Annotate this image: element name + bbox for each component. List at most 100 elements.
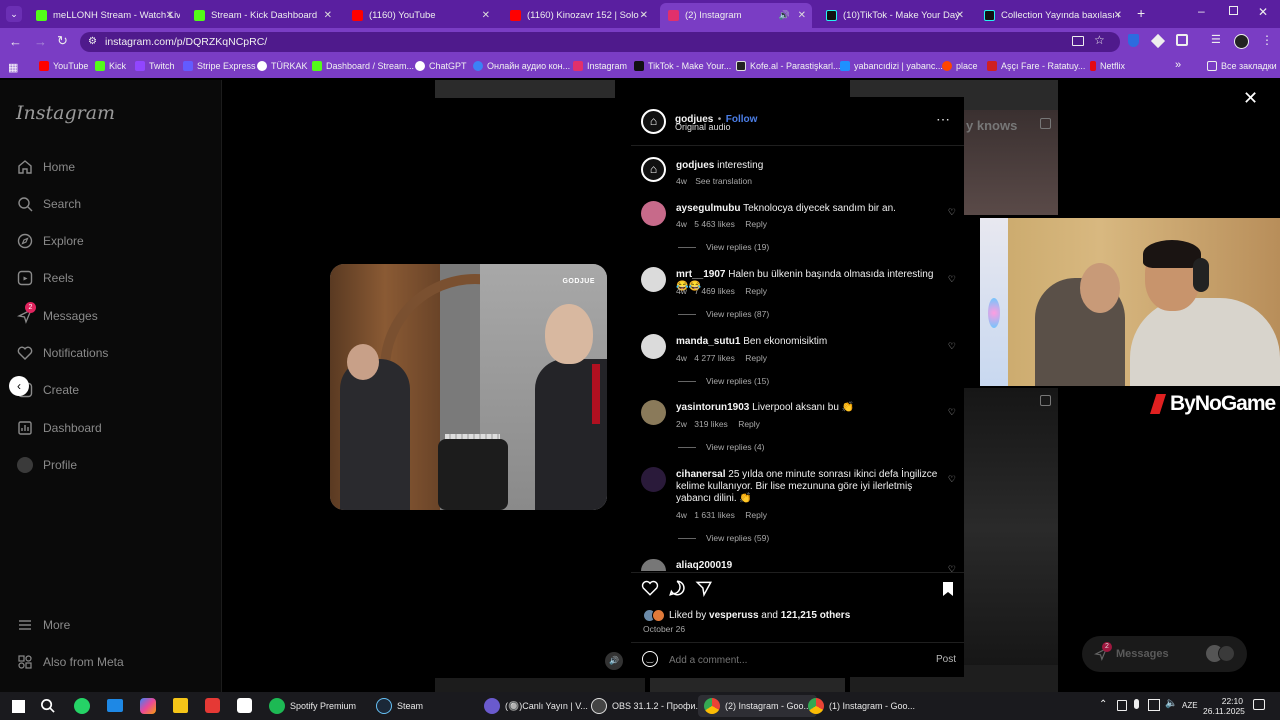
author-avatar[interactable]: ⌂ xyxy=(641,109,666,134)
close-icon[interactable]: ✕ xyxy=(324,10,332,21)
taskbar-live-stream[interactable]: (🔘)Canlı Yayın | V... xyxy=(484,697,588,715)
comment-avatar[interactable] xyxy=(641,559,666,571)
comment-username[interactable]: mrt__1907 xyxy=(676,269,725,280)
comment-username[interactable]: aysegulmubu xyxy=(676,203,740,214)
tray-overflow-icon[interactable]: ⌃ xyxy=(1099,699,1107,710)
maximize-icon[interactable] xyxy=(1229,6,1238,15)
bookmarks-overflow-button[interactable]: » xyxy=(1175,59,1181,71)
comment-like-icon[interactable]: ♡ xyxy=(948,341,956,352)
minimize-icon[interactable]: – xyxy=(1198,4,1205,18)
notifications-icon[interactable] xyxy=(1253,699,1265,710)
nav-notifications[interactable]: Notifications xyxy=(16,344,108,362)
comment-like-icon[interactable]: ♡ xyxy=(948,474,956,485)
tab-youtube-kinozavr[interactable]: (1160) Kinozavr 152 | Solo - Yo ✕ xyxy=(502,4,654,26)
view-replies-button[interactable]: View replies (19) xyxy=(678,242,769,252)
close-icon[interactable]: ✕ xyxy=(482,10,490,21)
bookmark-ratatouille[interactable]: Aşçı Fare - Ratatuy... xyxy=(987,61,1085,71)
nav-dashboard[interactable]: Dashboard xyxy=(16,419,102,437)
microsoft-store-icon[interactable] xyxy=(173,698,188,713)
comment-username[interactable]: cihanersal xyxy=(676,469,725,480)
nav-home[interactable]: Home xyxy=(16,158,75,176)
close-post-icon[interactable]: ✕ xyxy=(1243,88,1258,109)
bookmark-kick[interactable]: Kick xyxy=(95,61,126,71)
whatsapp-icon[interactable] xyxy=(74,698,90,714)
comment-avatar[interactable] xyxy=(641,467,666,492)
extensions-puzzle-icon[interactable] xyxy=(1176,34,1188,46)
close-icon[interactable]: ✕ xyxy=(1114,10,1122,21)
mute-toggle-icon[interactable]: 🔊 xyxy=(605,652,623,670)
star-icon[interactable]: ☆ xyxy=(1094,33,1105,47)
previous-post-button[interactable]: ‹ xyxy=(9,376,29,396)
comment-like-icon[interactable]: ♡ xyxy=(948,407,956,418)
more-options-icon[interactable]: ⋯ xyxy=(936,111,951,128)
url-bar[interactable]: ⚙ instagram.com/p/DQRZKqNCpRC/ xyxy=(80,32,1120,52)
emoji-icon[interactable]: ‿ xyxy=(642,651,658,667)
bookmark-kofe[interactable]: Kofe.al - Parastişkarl... xyxy=(736,61,841,71)
floating-messages-button[interactable]: 2 Messages xyxy=(1082,636,1247,672)
taskbar-spotify[interactable]: Spotify Premium xyxy=(269,697,356,715)
tab-mellonh-stream[interactable]: meLLONH Stream - Watch Live ✕ xyxy=(28,4,180,26)
window-close-icon[interactable]: ✕ xyxy=(1258,5,1268,19)
reply-button[interactable]: Reply xyxy=(738,419,760,429)
liked-by-user[interactable]: vesperuss xyxy=(709,610,758,621)
network-icon[interactable] xyxy=(1148,699,1160,711)
close-icon[interactable]: ✕ xyxy=(640,10,648,21)
extension-diamond-icon[interactable] xyxy=(1150,33,1166,49)
comment-like-icon[interactable]: ♡ xyxy=(948,207,956,218)
search-icon[interactable] xyxy=(40,698,55,718)
bookmark-turkak[interactable]: TÜRKAK xyxy=(257,61,308,71)
taskbar-steam[interactable]: Steam xyxy=(376,697,423,715)
comment-likes[interactable]: 5 463 likes xyxy=(694,219,735,229)
media-controls-icon[interactable]: ☰ xyxy=(1211,33,1221,46)
comment-avatar[interactable] xyxy=(641,267,666,292)
comment-like-icon[interactable]: ♡ xyxy=(948,274,956,285)
bookmark-netflix[interactable]: Netflix xyxy=(1090,61,1125,71)
reply-button[interactable]: Reply xyxy=(745,510,767,520)
capcut-icon[interactable] xyxy=(237,698,252,713)
save-bookmark-icon[interactable] xyxy=(941,581,955,602)
back-icon[interactable]: ← xyxy=(9,34,22,49)
comment-like-icon[interactable]: ♡ xyxy=(948,564,956,575)
volume-icon[interactable]: 🔈 xyxy=(1165,698,1177,709)
app-red-icon[interactable] xyxy=(205,698,220,713)
bookmark-tiktok[interactable]: TikTok - Make Your... xyxy=(634,61,731,71)
tab-tiktok[interactable]: (10)TikTok - Make Your Day ✕ xyxy=(818,4,970,26)
view-replies-button[interactable]: View replies (4) xyxy=(678,442,764,452)
reply-button[interactable]: Reply xyxy=(745,286,767,296)
taskbar-instagram-2[interactable]: (2) Instagram - Goo... xyxy=(698,695,818,717)
bookmark-audio-converter[interactable]: Онлайн аудио кон... xyxy=(473,61,570,71)
tab-kick-dashboard[interactable]: Stream - Kick Dashboard ✕ xyxy=(186,4,338,26)
copilot-icon[interactable] xyxy=(140,698,156,714)
bookmark-kick-dashboard[interactable]: Dashboard / Stream... xyxy=(312,61,414,71)
bookmark-yabancidizi[interactable]: yabancıdizi | yabanc... xyxy=(840,61,943,71)
close-icon[interactable]: ✕ xyxy=(798,10,806,21)
post-comment-button[interactable]: Post xyxy=(936,654,956,665)
tab-instagram[interactable]: (2) Instagram 🔊 ✕ xyxy=(660,3,812,28)
caption-username[interactable]: godjues xyxy=(676,160,714,171)
see-translation-link[interactable]: See translation xyxy=(695,176,752,186)
tray-app-icon[interactable] xyxy=(1117,700,1127,711)
comment-likes[interactable]: 7 469 likes xyxy=(694,286,735,296)
post-video[interactable]: GODJUE xyxy=(330,264,607,510)
close-icon[interactable]: ✕ xyxy=(166,10,174,21)
original-audio-link[interactable]: Original audio xyxy=(675,122,731,132)
comment-avatar[interactable] xyxy=(641,201,666,226)
extension-shield-icon[interactable] xyxy=(1128,34,1139,47)
view-replies-button[interactable]: View replies (87) xyxy=(678,309,769,319)
comment-avatar[interactable] xyxy=(641,400,666,425)
microphone-icon[interactable] xyxy=(1134,699,1139,709)
comment-avatar[interactable] xyxy=(641,334,666,359)
new-tab-icon[interactable]: + xyxy=(1137,5,1145,21)
all-bookmarks-button[interactable]: Все закладки xyxy=(1207,61,1277,71)
file-explorer-icon[interactable] xyxy=(107,699,123,712)
nav-search[interactable]: Search xyxy=(16,195,81,213)
view-replies-button[interactable]: View replies (15) xyxy=(678,376,769,386)
bookmark-stripe[interactable]: Stripe Express xyxy=(183,61,256,71)
reply-button[interactable]: Reply xyxy=(745,219,767,229)
windows-start-icon[interactable] xyxy=(12,700,25,713)
tab-search-menu[interactable]: ⌄ xyxy=(6,6,22,22)
reply-button[interactable]: Reply xyxy=(745,353,767,363)
nav-messages[interactable]: 2 Messages xyxy=(16,302,98,325)
bookmark-twitch[interactable]: Twitch xyxy=(135,61,175,71)
site-info-icon[interactable]: ⚙ xyxy=(88,36,97,47)
